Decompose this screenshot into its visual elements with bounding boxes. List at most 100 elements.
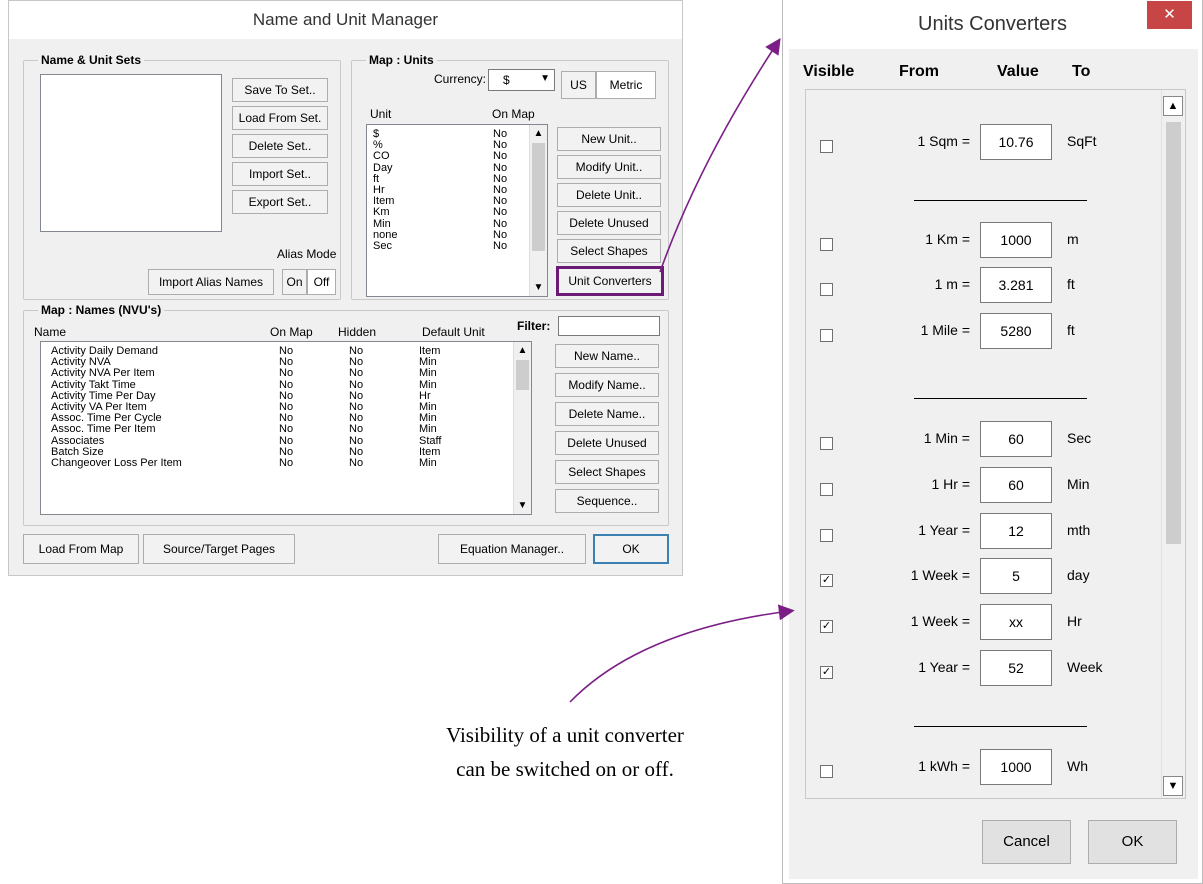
name-on-map: No — [279, 378, 294, 391]
value-field[interactable]: 1000 — [980, 222, 1052, 258]
name-default-unit: Min — [419, 367, 437, 380]
select-shapes-names-button[interactable]: Select Shapes — [555, 460, 659, 484]
sets-list[interactable] — [40, 74, 222, 232]
name-cell: Activity Takt Time — [51, 378, 136, 391]
name-row[interactable]: Assoc. Time Per Item No No Min — [41, 424, 511, 435]
scroll-down-icon[interactable]: ▼ — [530, 279, 547, 296]
source-target-pages-button[interactable]: Source/Target Pages — [143, 534, 295, 564]
scroll-up-icon[interactable]: ▲ — [514, 342, 531, 359]
from-label: 1 Week = — [910, 567, 970, 583]
us-button[interactable]: US — [561, 71, 596, 99]
from-label: 1 Week = — [910, 613, 970, 629]
delete-unused-units-button[interactable]: Delete Unused — [557, 211, 661, 235]
unit-on-map: No — [493, 150, 508, 163]
check-icon: ✓ — [821, 620, 832, 632]
group-separator — [914, 200, 1087, 201]
name-on-map: No — [279, 423, 294, 436]
modify-unit-button[interactable]: Modify Unit.. — [557, 155, 661, 179]
import-alias-names-button[interactable]: Import Alias Names — [148, 269, 274, 295]
delete-unused-names-button[interactable]: Delete Unused — [555, 431, 659, 455]
currency-select[interactable]: $ ▼ — [488, 69, 555, 91]
arrow-to-visible-checkboxes — [569, 604, 795, 703]
names-legend: Map : Names (NVU's) — [38, 303, 165, 317]
unit-row[interactable]: CO No — [367, 151, 527, 162]
value-field[interactable]: 5 — [980, 558, 1052, 594]
value-field[interactable]: 12 — [980, 513, 1052, 549]
value-field[interactable]: 5280 — [980, 313, 1052, 349]
select-shapes-units-button[interactable]: Select Shapes — [557, 239, 661, 263]
unit-row[interactable]: Km No — [367, 207, 527, 218]
export-set-button[interactable]: Export Set.. — [232, 190, 328, 214]
converter-row: 1 m = 3.281 ft — [806, 267, 1156, 303]
metric-button[interactable]: Metric — [596, 71, 656, 99]
scroll-up-button[interactable]: ▲ — [1163, 96, 1183, 116]
unit-converters-button[interactable]: Unit Converters — [556, 266, 664, 296]
delete-set-button[interactable]: Delete Set.. — [232, 134, 328, 158]
visible-checkbox[interactable]: ✓ — [820, 620, 833, 633]
map-names-group: Map : Names (NVU's) Name On Map Hidden D… — [23, 303, 669, 526]
equation-manager-button[interactable]: Equation Manager.. — [438, 534, 586, 564]
from-label: 1 Hr = — [931, 476, 970, 492]
visible-checkbox[interactable] — [820, 283, 833, 296]
delete-unit-button[interactable]: Delete Unit.. — [557, 183, 661, 207]
value-field[interactable]: 1000 — [980, 749, 1052, 785]
modify-name-button[interactable]: Modify Name.. — [555, 373, 659, 397]
name-row[interactable]: Activity Takt Time No No Min — [41, 378, 511, 391]
filter-label: Filter: — [517, 319, 551, 333]
manager-ok-button[interactable]: OK — [593, 534, 669, 564]
scroll-down-icon[interactable]: ▼ — [514, 497, 531, 514]
name-row[interactable]: Activity Daily Demand No No Item — [41, 346, 511, 357]
currency-label: Currency: — [434, 72, 487, 86]
value-field[interactable]: xx — [980, 604, 1052, 640]
visible-checkbox[interactable] — [820, 329, 833, 342]
value-field[interactable]: 10.76 — [980, 124, 1052, 160]
converters-title-bar: Units Converters — [783, 1, 1202, 47]
new-name-button[interactable]: New Name.. — [555, 344, 659, 368]
unit-row[interactable]: Min No — [367, 218, 527, 230]
value-field[interactable]: 52 — [980, 650, 1052, 686]
sequence-button[interactable]: Sequence.. — [555, 489, 659, 513]
visible-checkbox[interactable] — [820, 140, 833, 153]
load-from-set-button[interactable]: Load From Set. — [232, 106, 328, 130]
save-to-set-button[interactable]: Save To Set.. — [232, 78, 328, 102]
filter-input[interactable] — [558, 316, 660, 336]
value-header: Value — [997, 63, 1039, 80]
value-field[interactable]: 3.281 — [980, 267, 1052, 303]
name-row[interactable]: Activity NVA Per Item No No Min — [41, 368, 511, 379]
units-list[interactable]: $ No% No CO No Day No ft No Hr No Item No Km No Min No no… — [366, 124, 548, 297]
delete-name-button[interactable]: Delete Name.. — [555, 402, 659, 426]
converters-scrollbar[interactable]: ▲ ▼ — [1161, 90, 1185, 798]
name-row[interactable]: Associates No No Staff — [41, 435, 511, 447]
load-from-map-button[interactable]: Load From Map — [23, 534, 139, 564]
units-scrollbar[interactable]: ▲ ▼ — [529, 125, 547, 296]
visible-checkbox[interactable]: ✓ — [820, 574, 833, 587]
import-set-button[interactable]: Import Set.. — [232, 162, 328, 186]
scroll-down-button[interactable]: ▼ — [1163, 776, 1183, 796]
unit-name: CO — [373, 150, 390, 163]
visible-checkbox[interactable] — [820, 437, 833, 450]
visible-checkbox[interactable] — [820, 765, 833, 778]
names-scrollbar[interactable]: ▲ ▼ — [513, 342, 531, 514]
converters-cancel-button[interactable]: Cancel — [982, 820, 1071, 864]
close-button[interactable]: ✕ — [1147, 1, 1192, 29]
names-list[interactable]: Activity Daily Demand No No Item Activity NV… — [40, 341, 532, 515]
visible-checkbox[interactable]: ✓ — [820, 666, 833, 679]
alias-off-button[interactable]: Off — [307, 269, 336, 295]
scroll-thumb[interactable] — [1166, 122, 1181, 544]
visible-checkbox[interactable] — [820, 529, 833, 542]
scroll-thumb[interactable] — [532, 143, 545, 251]
visible-checkbox[interactable] — [820, 238, 833, 251]
new-unit-button[interactable]: New Unit.. — [557, 127, 661, 151]
scroll-thumb[interactable] — [516, 360, 529, 390]
alias-on-button[interactable]: On — [282, 269, 307, 295]
unit-row[interactable]: Sec No — [367, 241, 527, 252]
name-row[interactable]: Changeover Loss Per Item No No Min — [41, 458, 511, 469]
visible-checkbox[interactable] — [820, 483, 833, 496]
value-field[interactable]: 60 — [980, 421, 1052, 457]
scroll-up-icon[interactable]: ▲ — [530, 125, 547, 142]
unit-row[interactable]: Day No — [367, 162, 527, 174]
value-field[interactable]: 60 — [980, 467, 1052, 503]
close-icon: ✕ — [1163, 6, 1176, 23]
converters-ok-button[interactable]: OK — [1088, 820, 1177, 864]
from-label: 1 Sqm = — [917, 133, 970, 149]
